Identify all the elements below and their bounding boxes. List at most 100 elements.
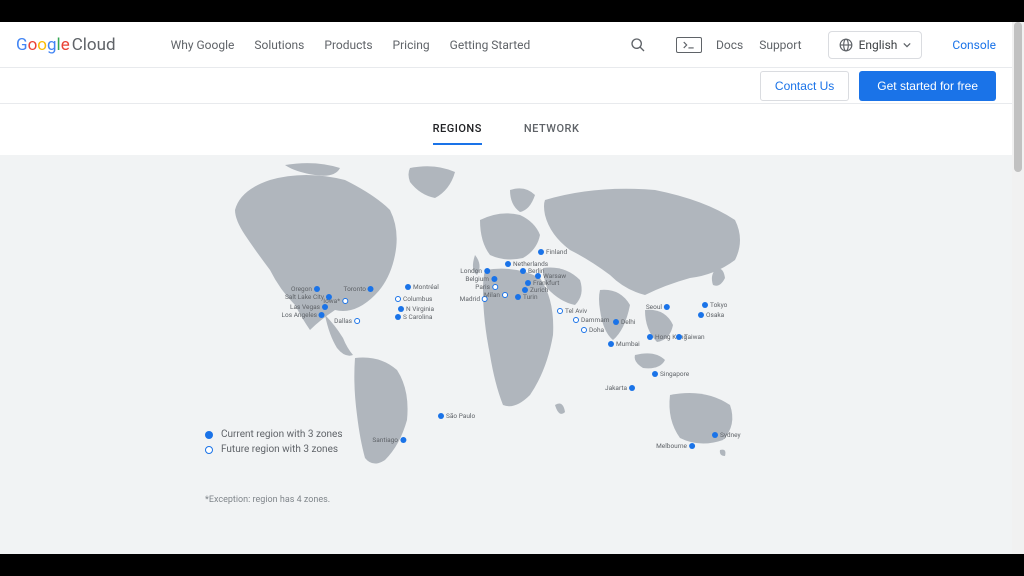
region-dot-future <box>502 292 508 298</box>
region-dot-current <box>647 334 653 340</box>
region-label: Turin <box>523 293 538 301</box>
region-marker[interactable]: Oregon <box>291 285 320 293</box>
region-label: Paris <box>475 283 490 291</box>
logo[interactable]: Google Cloud <box>16 35 116 55</box>
region-marker[interactable]: Seoul <box>646 303 670 311</box>
legend-dot-current <box>205 431 213 439</box>
scroll-thumb[interactable] <box>1014 22 1022 172</box>
region-dot-current <box>676 334 682 340</box>
contact-us-button[interactable]: Contact Us <box>760 71 849 101</box>
region-label: Los Angeles <box>282 311 317 319</box>
region-dot-current <box>608 341 614 347</box>
region-label: Montréal <box>413 283 439 291</box>
legend-current-label: Current region with 3 zones <box>221 429 343 440</box>
region-marker[interactable]: London <box>460 267 490 275</box>
region-label: Osaka <box>706 311 724 319</box>
nav-products[interactable]: Products <box>324 38 372 52</box>
region-marker[interactable]: Santiago <box>372 436 406 444</box>
region-dot-current <box>491 276 497 282</box>
region-dot-current <box>505 261 511 267</box>
region-label: London <box>460 267 482 275</box>
region-dot-current <box>629 385 635 391</box>
region-marker[interactable]: Columbus <box>395 295 432 303</box>
region-marker[interactable]: Delhi <box>613 318 635 326</box>
region-label: Tokyo <box>710 301 727 309</box>
region-label: Seoul <box>646 303 662 311</box>
docs-link[interactable]: Docs <box>716 38 743 52</box>
get-started-button[interactable]: Get started for free <box>859 71 996 101</box>
region-dot-current <box>538 249 544 255</box>
region-label: Belgium <box>465 275 489 283</box>
region-dot-current <box>664 304 670 310</box>
region-marker[interactable]: Taiwan <box>676 333 705 341</box>
region-label: Dammam <box>581 316 609 324</box>
region-marker[interactable]: Toronto <box>344 285 374 293</box>
region-dot-current <box>322 304 328 310</box>
legend-future: Future region with 3 zones <box>205 444 343 455</box>
console-link[interactable]: Console <box>952 38 996 52</box>
region-label: Dallas <box>334 317 352 325</box>
region-label: Singapore <box>660 370 689 378</box>
scrollbar[interactable] <box>1012 22 1024 554</box>
search-icon[interactable] <box>628 35 648 55</box>
region-marker[interactable]: Tokyo <box>702 301 727 309</box>
nav-getting-started[interactable]: Getting Started <box>450 38 531 52</box>
region-label: Sydney <box>720 431 741 439</box>
region-marker[interactable]: Montréal <box>405 283 439 291</box>
region-dot-current <box>319 312 325 318</box>
region-label: Doha <box>589 326 604 334</box>
world-map: OregonSalt Lake CityIowa*Las VegasLos An… <box>0 155 1012 554</box>
region-label: Mumbai <box>616 340 640 348</box>
nav-why-google[interactable]: Why Google <box>171 38 235 52</box>
support-link[interactable]: Support <box>759 38 801 52</box>
region-marker[interactable]: Sydney <box>712 431 741 439</box>
region-marker[interactable]: Milan <box>484 291 508 299</box>
region-dot-current <box>405 284 411 290</box>
header-links: Docs Support English Console <box>716 31 996 59</box>
region-marker[interactable]: Las Vegas <box>290 303 328 311</box>
region-marker[interactable]: Los Angeles <box>282 311 325 319</box>
primary-nav: Why Google Solutions Products Pricing Ge… <box>171 38 531 52</box>
legend-dot-future <box>205 446 213 454</box>
nav-solutions[interactable]: Solutions <box>254 38 304 52</box>
region-dot-future <box>573 317 579 323</box>
region-marker[interactable]: Osaka <box>698 311 724 319</box>
region-dot-current <box>395 314 401 320</box>
region-marker[interactable]: Dammam <box>573 316 609 324</box>
cloud-shell-icon[interactable] <box>676 37 702 53</box>
legend-future-label: Future region with 3 zones <box>221 444 338 455</box>
region-marker[interactable]: Melbourne <box>656 442 695 450</box>
region-dot-current <box>438 413 444 419</box>
region-label: Salt Lake City <box>285 293 324 301</box>
region-marker[interactable]: Singapore <box>652 370 689 378</box>
region-marker[interactable]: Tel Aviv <box>557 307 587 315</box>
map-legend: Current region with 3 zones Future regio… <box>205 429 343 459</box>
region-dot-current <box>698 312 704 318</box>
chevron-down-icon <box>903 41 911 49</box>
region-label: Jakarta <box>605 384 627 392</box>
region-marker[interactable]: Paris <box>475 283 498 291</box>
tab-regions[interactable]: REGIONS <box>433 122 482 145</box>
region-marker[interactable]: Belgium <box>465 275 497 283</box>
region-marker[interactable]: Dallas <box>334 317 360 325</box>
region-dot-current <box>314 286 320 292</box>
region-label: Columbus <box>403 295 432 303</box>
region-marker[interactable]: Doha <box>581 326 604 334</box>
region-dot-current <box>689 443 695 449</box>
region-label: Oregon <box>291 285 312 293</box>
nav-pricing[interactable]: Pricing <box>393 38 430 52</box>
tab-network[interactable]: NETWORK <box>524 122 580 145</box>
region-marker[interactable]: São Paulo <box>438 412 475 420</box>
region-marker[interactable]: Turin <box>515 293 538 301</box>
region-label: Santiago <box>372 436 398 444</box>
region-dot-current <box>515 294 521 300</box>
region-marker[interactable]: N Virginia <box>398 305 434 313</box>
region-marker[interactable]: Mumbai <box>608 340 640 348</box>
region-dot-current <box>484 268 490 274</box>
language-label: English <box>859 38 898 52</box>
region-label: N Virginia <box>406 305 434 313</box>
region-marker[interactable]: Jakarta <box>605 384 635 392</box>
region-marker[interactable]: Finland <box>538 248 567 256</box>
region-marker[interactable]: S Carolina <box>395 313 432 321</box>
language-selector[interactable]: English <box>828 31 923 59</box>
